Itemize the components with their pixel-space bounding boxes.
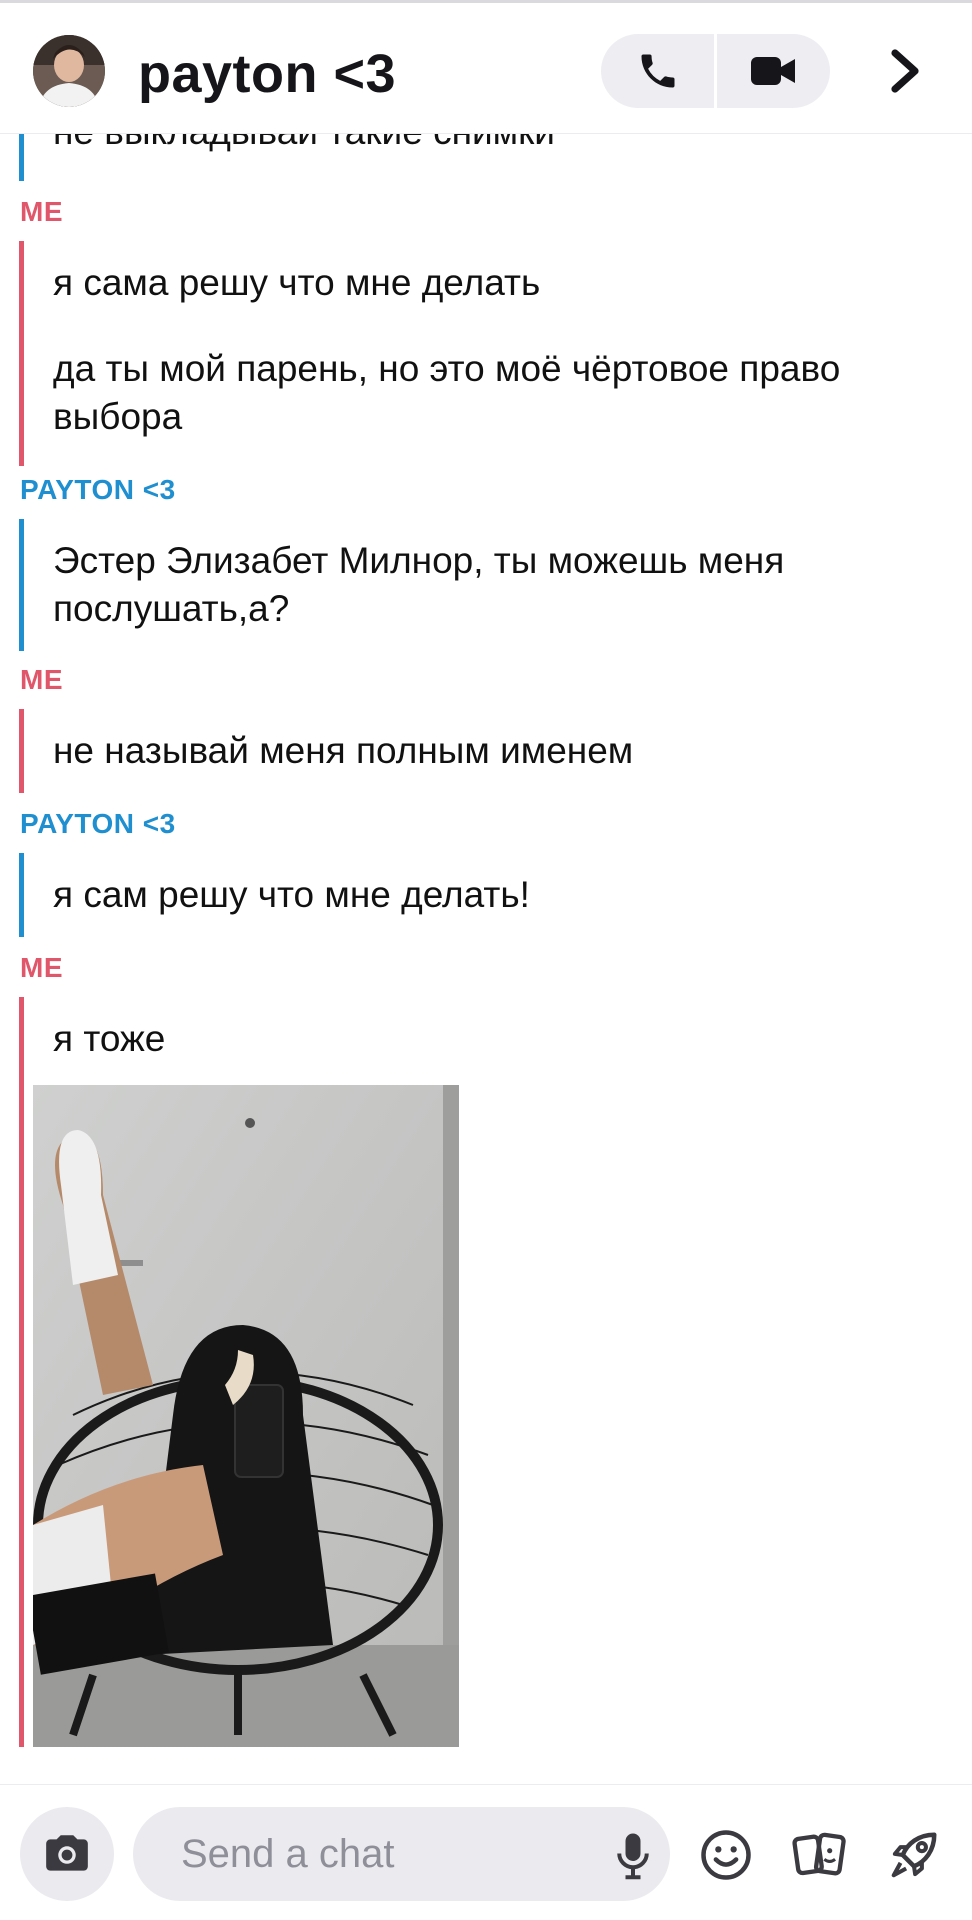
video-call-button[interactable] [716, 34, 830, 108]
sender-bar-payton [19, 134, 24, 181]
sender-bar-me [19, 709, 24, 793]
video-icon [751, 57, 795, 85]
sender-bar-me [19, 997, 24, 1747]
sender-label-payton: PAYTON <3 [20, 474, 176, 505]
sender-bar-me [19, 241, 24, 466]
voice-call-button[interactable] [601, 34, 715, 108]
message-text[interactable]: я тоже [53, 1015, 953, 1063]
message-list[interactable]: не выкладывай такие снимки ME я сама реш… [0, 134, 972, 1784]
shared-photo[interactable] [33, 1085, 459, 1747]
sender-bar-payton [19, 519, 24, 651]
sender-label-payton: PAYTON <3 [20, 808, 176, 839]
games-button[interactable] [884, 1825, 944, 1885]
rocket-icon [891, 1832, 937, 1878]
avatar[interactable] [33, 35, 105, 107]
emoji-button[interactable] [696, 1825, 756, 1885]
camera-button[interactable] [20, 1807, 114, 1901]
chat-header: payton <3 [0, 0, 972, 134]
sender-bar-payton [19, 853, 24, 937]
stickers-button[interactable] [790, 1825, 850, 1885]
sender-label-me: ME [20, 664, 63, 695]
message-text[interactable]: я сама решу что мне делать [53, 259, 953, 307]
chevron-right-icon [891, 49, 919, 93]
composer-bar [0, 1784, 972, 1920]
message-text[interactable]: не выкладывай такие снимки [53, 134, 953, 156]
message-text[interactable]: Эстер Элизабет Милнор, ты можешь меня по… [53, 537, 953, 633]
microphone-button[interactable] [613, 1831, 653, 1881]
camera-icon [46, 1835, 88, 1871]
chat-title[interactable]: payton <3 [138, 43, 396, 105]
chat-details-button[interactable] [880, 43, 930, 99]
message-text[interactable]: я сам решу что мне делать! [53, 871, 953, 919]
microphone-icon [617, 1833, 649, 1880]
chat-input[interactable] [133, 1807, 670, 1901]
message-text[interactable]: да ты мой парень, но это моё чёртовое пр… [53, 345, 953, 441]
phone-icon [641, 54, 675, 88]
message-text[interactable]: не называй меня полным именем [53, 727, 953, 775]
cards-icon [792, 1832, 846, 1876]
sender-label-me: ME [20, 952, 63, 983]
call-buttons [601, 34, 830, 108]
sender-label-me: ME [20, 196, 63, 227]
smiley-icon [701, 1830, 751, 1880]
